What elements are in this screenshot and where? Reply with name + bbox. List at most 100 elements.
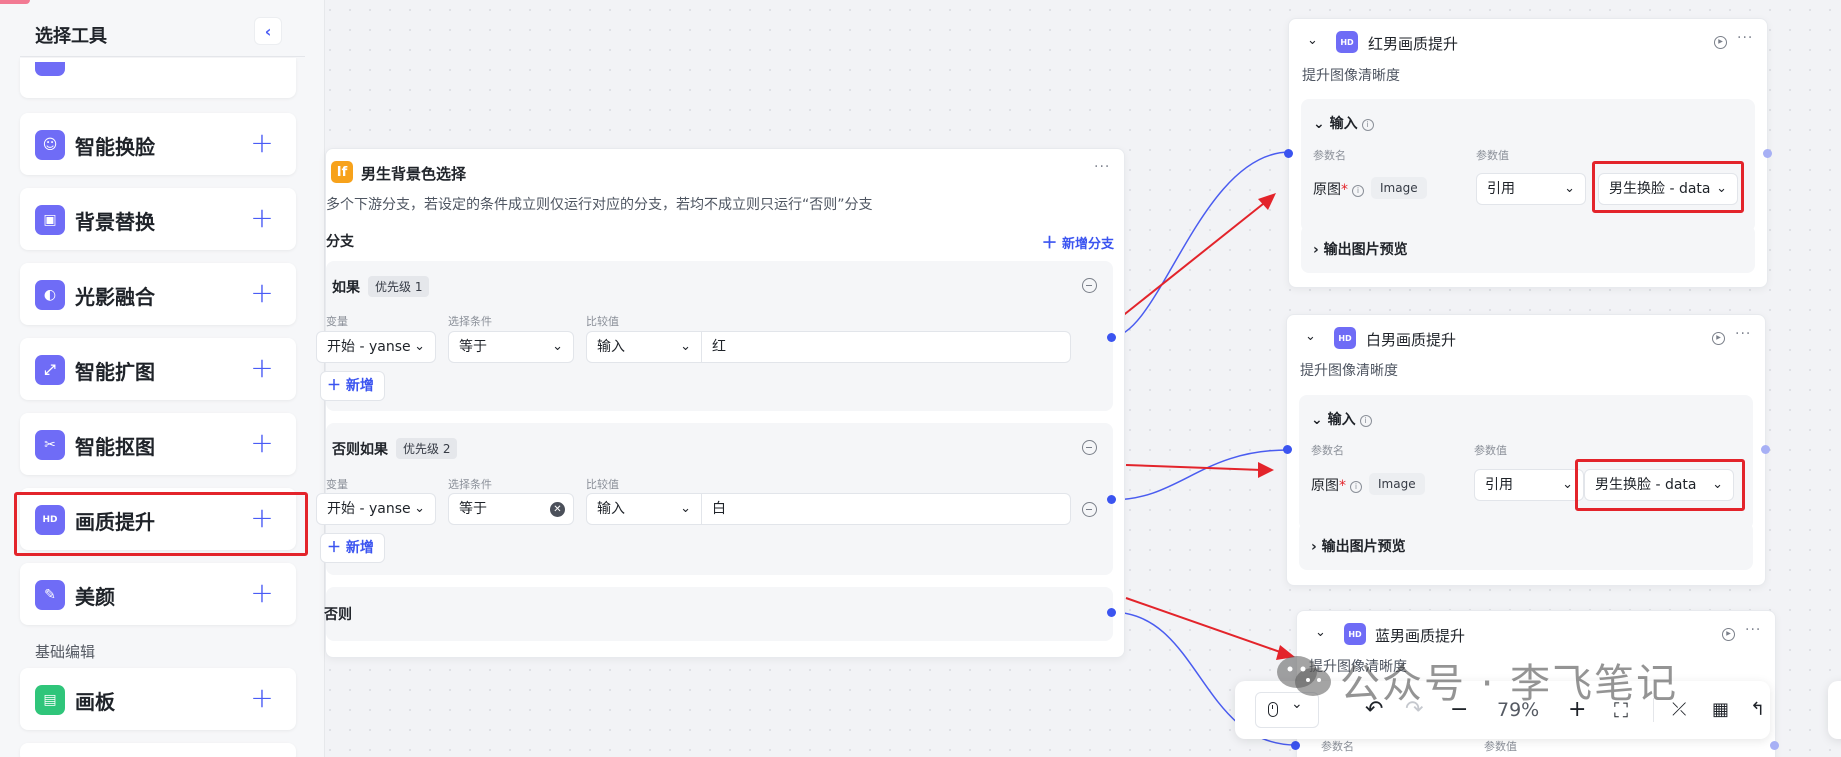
col-label-compare: 比较值 [586,315,619,328]
quality-node-white[interactable]: ⌄ HD 白男画质提升 ▶ ··· 提升图像清晰度 ⌄ 输入 i 参数名 参数值 … [1286,314,1766,586]
grid-layout-icon[interactable]: ▦ [1712,696,1729,724]
col-label-value: 参数值 [1484,740,1517,753]
ref-mode-select[interactable]: 引用 ⌄ [1474,469,1584,501]
condition-select[interactable]: 等于 ✕ [448,493,574,525]
node-title: 蓝男画质提升 [1375,627,1466,645]
param-name-label: 原图 [1311,478,1339,494]
chevron-down-icon[interactable]: ⌄ [1315,625,1326,640]
output-port[interactable] [1763,149,1772,158]
node-description: 提升图像清晰度 [1300,363,1398,379]
output-port[interactable] [1761,445,1770,454]
chevron-down-icon[interactable]: ⌄ [1307,33,1318,48]
ref-mode-select[interactable]: 引用 ⌄ [1476,173,1586,205]
tool-card-cutout[interactable]: ✂ 智能抠图 + [20,413,296,475]
chevron-right-icon: › [1311,539,1317,555]
col-label-variable: 变量 [326,315,348,328]
tool-card-beauty[interactable]: ✎ 美颜 + [20,563,296,625]
col-label-variable: 变量 [326,478,348,491]
input-port[interactable] [1291,741,1300,750]
chevron-down-icon: ⌄ [680,339,691,354]
condition-value: 等于 [459,339,487,355]
tool-icon-partial [35,62,65,76]
node-title: 红男画质提升 [1368,35,1459,53]
add-tool-button[interactable]: + [246,201,278,235]
output-port[interactable] [1770,741,1779,750]
add-tool-button[interactable]: + [246,576,278,610]
remove-branch-icon[interactable] [1082,278,1097,293]
compare-value-input[interactable]: 白 [701,493,1071,525]
chevron-down-icon: ⌄ [1564,181,1575,196]
output-preview-label: 输出图片预览 [1321,539,1406,555]
input-section-title[interactable]: ⌄ 输入 i [1311,409,1372,429]
tool-card-light-blend[interactable]: ◐ 光影融合 + [20,263,296,325]
collapse-sidebar-button[interactable]: ‹ [254,17,282,45]
condition-select[interactable]: 等于 ⌄ [448,331,574,363]
input-port[interactable] [1283,445,1292,454]
hd-icon: HD [1334,327,1356,349]
plus-icon: ＋ [327,378,341,394]
add-condition-label: 新增 [345,540,374,556]
highlight-box [1592,161,1744,213]
tool-card-canvas-board[interactable]: ▤ 画板 + [20,668,296,730]
ref-mode-value: 引用 [1485,477,1513,493]
add-branch-label: 新增分支 [1061,237,1114,252]
output-preview-panel[interactable]: › 输出图片预览 [1299,522,1753,570]
toolbar-extra[interactable] [1828,681,1841,739]
input-section-title[interactable]: ⌄ 输入 i [1313,113,1374,133]
variable-select[interactable]: 开始 - yanse ⌄ [316,331,436,363]
add-tool-button[interactable]: + [246,276,278,310]
tool-card-partial-bottom[interactable] [20,743,296,757]
input-section-label: 输入 [1329,116,1358,132]
top-accent [0,0,30,4]
col-label-condition: 选择条件 [448,478,492,491]
output-port[interactable] [1107,608,1116,617]
more-menu-icon[interactable]: ··· [1094,159,1110,175]
col-label-param: 参数名 [1313,149,1346,162]
remove-branch-icon[interactable] [1082,440,1097,455]
chevron-down-icon[interactable]: ⌄ [1305,329,1316,344]
more-menu-icon[interactable]: ··· [1745,622,1761,638]
add-tool-button[interactable]: + [246,426,278,460]
param-name: 原图* i [1313,179,1364,199]
add-condition-button[interactable]: ＋ 新增 [320,533,385,563]
more-menu-icon[interactable]: ··· [1737,30,1753,46]
input-type-select[interactable]: 输入 ⌄ [586,493,702,525]
run-icon[interactable]: ▶ [1714,36,1727,49]
output-port[interactable] [1107,495,1116,504]
output-preview-panel[interactable]: › 输出图片预览 [1301,225,1755,273]
run-icon[interactable]: ▶ [1712,332,1725,345]
chevron-down-icon: ⌄ [680,501,691,516]
clear-icon[interactable]: ✕ [550,502,565,517]
node-description: 多个下游分支，若设定的条件成立则仅运行对应的分支，若均不成立则只运行“否则”分支 [326,197,873,213]
priority-badge: 优先级 1 [368,276,430,297]
input-type-value: 输入 [597,339,625,355]
info-icon: i [1352,185,1364,197]
sidebar-header: 选择工具 ‹ [0,14,324,56]
tool-card-background-replace[interactable]: ▣ 背景替换 + [20,188,296,250]
type-tag: Image [1371,177,1427,199]
quality-node-red[interactable]: ⌄ HD 红男画质提升 ▶ ··· 提升图像清晰度 ⌄ 输入 i 参数名 参数值 … [1288,18,1768,288]
output-port[interactable] [1107,333,1116,342]
tool-card-expand-image[interactable]: ⤢ 智能扩图 + [20,338,296,400]
add-tool-button[interactable]: + [246,351,278,385]
add-branch-button[interactable]: ＋ 新增分支 [1041,229,1114,253]
tool-card-face-swap[interactable]: ☺ 智能换脸 + [20,113,296,175]
light-blend-icon: ◐ [35,280,65,310]
line-style-icon[interactable]: ↰ [1750,696,1765,724]
add-condition-button[interactable]: ＋ 新增 [320,371,385,401]
remove-condition-icon[interactable] [1082,502,1097,517]
add-tool-button[interactable]: + [246,681,278,715]
run-icon[interactable]: ▶ [1722,628,1735,641]
input-type-select[interactable]: 输入 ⌄ [586,331,702,363]
variable-select[interactable]: 开始 - yanse ⌄ [316,493,436,525]
input-port[interactable] [1284,149,1293,158]
more-menu-icon[interactable]: ··· [1735,326,1751,342]
col-label-value: 参数值 [1474,444,1507,457]
condition-node[interactable]: If 男生背景色选择 ··· 多个下游分支，若设定的条件成立则仅运行对应的分支，… [316,148,1125,658]
branch-title: 否则 [324,607,352,623]
tool-card-partial[interactable] [20,58,296,98]
chevron-down-icon: ⌄ [1311,412,1323,428]
add-tool-button[interactable]: + [246,126,278,160]
compare-value-input[interactable]: 红 [701,331,1071,363]
input-type-value: 输入 [597,501,625,517]
